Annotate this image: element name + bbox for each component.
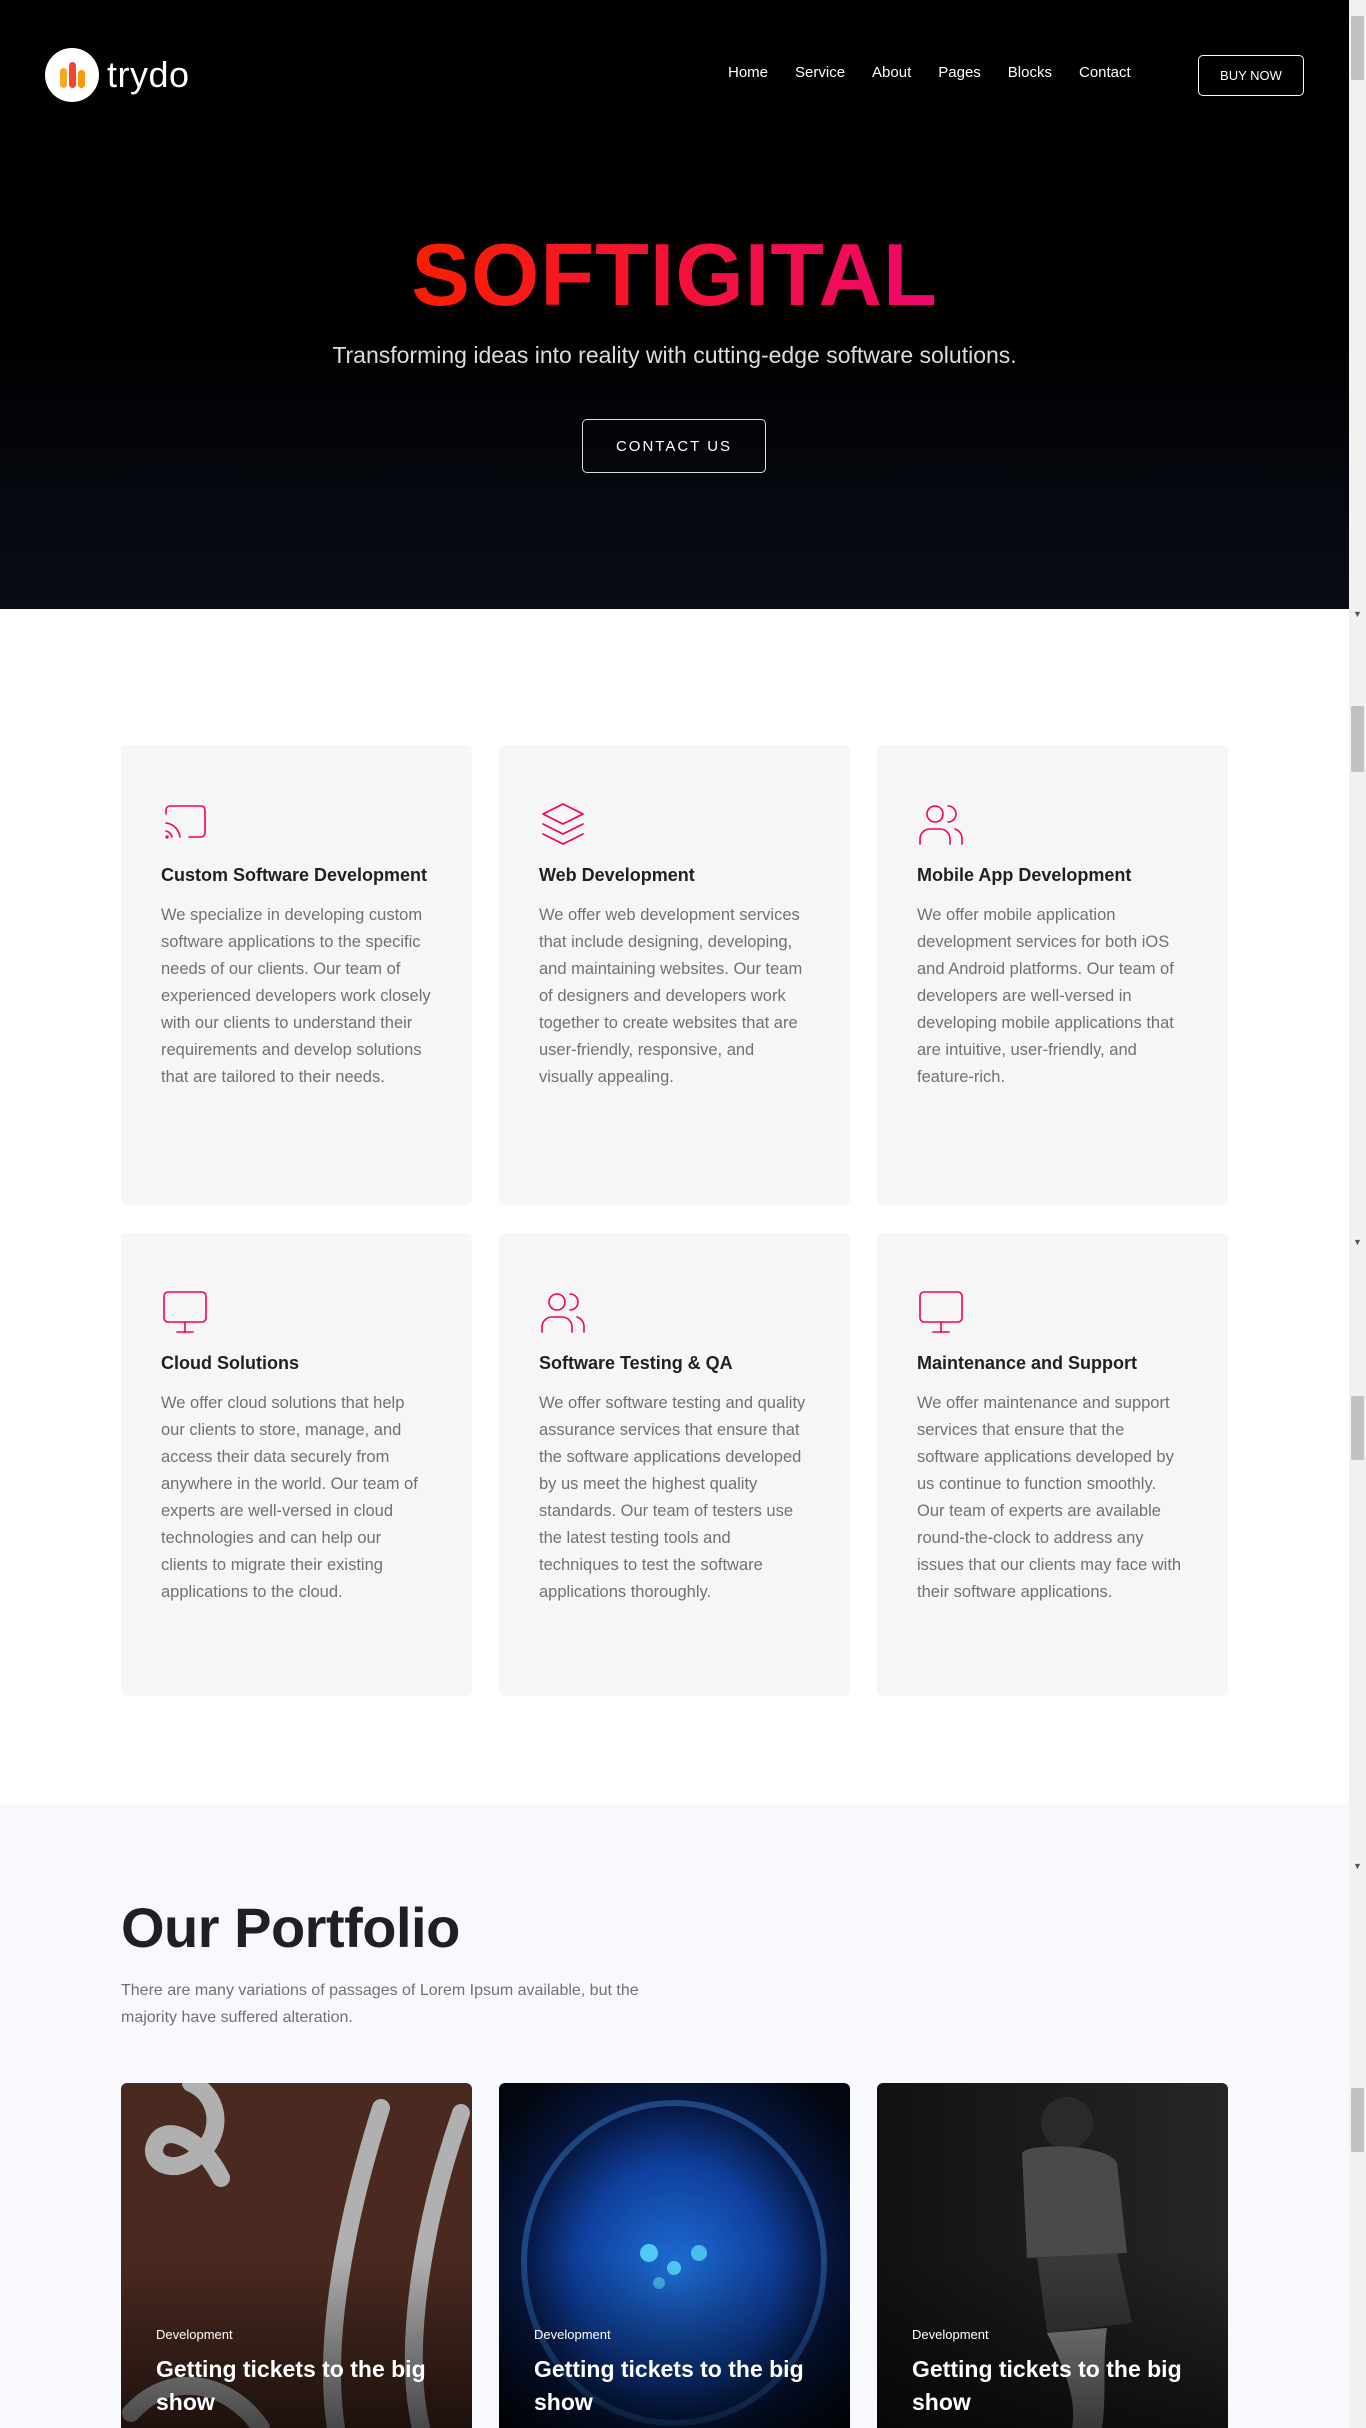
service-card[interactable]: Custom Software Development We specializ… <box>121 745 472 1205</box>
service-card[interactable]: Maintenance and Support We offer mainten… <box>877 1233 1228 1696</box>
scrollbar-thumb[interactable] <box>1351 16 1364 80</box>
nav-link-contact[interactable]: Contact <box>1079 64 1131 81</box>
service-card[interactable]: Software Testing & QA We offer software … <box>499 1233 850 1696</box>
buy-now-button[interactable]: BUY NOW <box>1198 55 1304 96</box>
portfolio-description: There are many variations of passages of… <box>121 1982 639 2026</box>
service-card[interactable]: Web Development We offer web development… <box>499 745 850 1205</box>
hero-title: SOFTIGITAL <box>411 225 938 324</box>
scroll-down-arrow-icon[interactable]: ▼ <box>1349 608 1366 620</box>
service-description: We specialize in developing custom softw… <box>161 906 431 1086</box>
scrollbar-thumb[interactable] <box>1351 1396 1364 1460</box>
service-title: Maintenance and Support <box>917 1353 1138 1373</box>
users-icon <box>917 800 965 848</box>
logo-text: trydo <box>107 54 190 95</box>
service-description: We offer mobile application development … <box>917 906 1174 1086</box>
logo-mark-icon <box>45 48 99 102</box>
portfolio-card[interactable]: Development Getting tickets to the big s… <box>121 2083 472 2428</box>
users-icon <box>539 1288 587 1336</box>
service-card[interactable]: Cloud Solutions We offer cloud solutions… <box>121 1233 472 1696</box>
portfolio-item-title[interactable]: Getting tickets to the big show <box>534 2353 834 2419</box>
hero-subtitle: Transforming ideas into reality with cut… <box>332 342 1017 368</box>
layers-icon <box>539 800 587 848</box>
site-logo[interactable]: trydo <box>45 48 190 102</box>
nav-link-blocks[interactable]: Blocks <box>1008 64 1052 81</box>
portfolio-item-title[interactable]: Getting tickets to the big show <box>912 2353 1212 2419</box>
service-description: We offer web development services that i… <box>539 906 803 1086</box>
service-card[interactable]: Mobile App Development We offer mobile a… <box>877 745 1228 1205</box>
portfolio-category: Development <box>534 2327 611 2342</box>
portfolio-category: Development <box>912 2327 989 2342</box>
scroll-down-arrow-icon[interactable]: ▼ <box>1349 1860 1366 1872</box>
scrollbar-thumb[interactable] <box>1351 706 1364 772</box>
nav-link-about[interactable]: About <box>872 64 911 81</box>
contact-us-button[interactable]: CONTACT US <box>582 419 766 473</box>
portfolio-category: Development <box>156 2327 233 2342</box>
portfolio-card[interactable]: Development Getting tickets to the big s… <box>877 2083 1228 2428</box>
nav-link-home[interactable]: Home <box>728 64 768 81</box>
nav-link-service[interactable]: Service <box>795 64 845 81</box>
service-title: Custom Software Development <box>161 865 428 885</box>
hero-section: trydo Home Service About Pages Blocks Co… <box>0 0 1349 609</box>
main-nav: Home Service About Pages Blocks Contact <box>728 64 1131 81</box>
monitor-icon <box>917 1288 965 1336</box>
service-description: We offer maintenance and support service… <box>917 1394 1182 1601</box>
monitor-icon <box>161 1288 209 1336</box>
cast-icon <box>161 800 209 848</box>
page-scrollbar[interactable] <box>1349 0 1366 2428</box>
service-title: Web Development <box>539 865 695 885</box>
service-title: Cloud Solutions <box>161 1353 299 1373</box>
scrollbar-thumb[interactable] <box>1351 2088 1364 2152</box>
portfolio-card[interactable]: Development Getting tickets to the big s… <box>499 2083 850 2428</box>
service-description: We offer software testing and quality as… <box>539 1394 806 1601</box>
nav-link-pages[interactable]: Pages <box>938 64 981 81</box>
portfolio-item-title[interactable]: Getting tickets to the big show <box>156 2353 456 2419</box>
service-description: We offer cloud solutions that help our c… <box>161 1394 418 1601</box>
scroll-down-arrow-icon[interactable]: ▼ <box>1349 1236 1366 1248</box>
portfolio-title: Our Portfolio <box>121 1896 460 1959</box>
service-title: Mobile App Development <box>917 865 1132 885</box>
service-title: Software Testing & QA <box>539 1353 733 1373</box>
